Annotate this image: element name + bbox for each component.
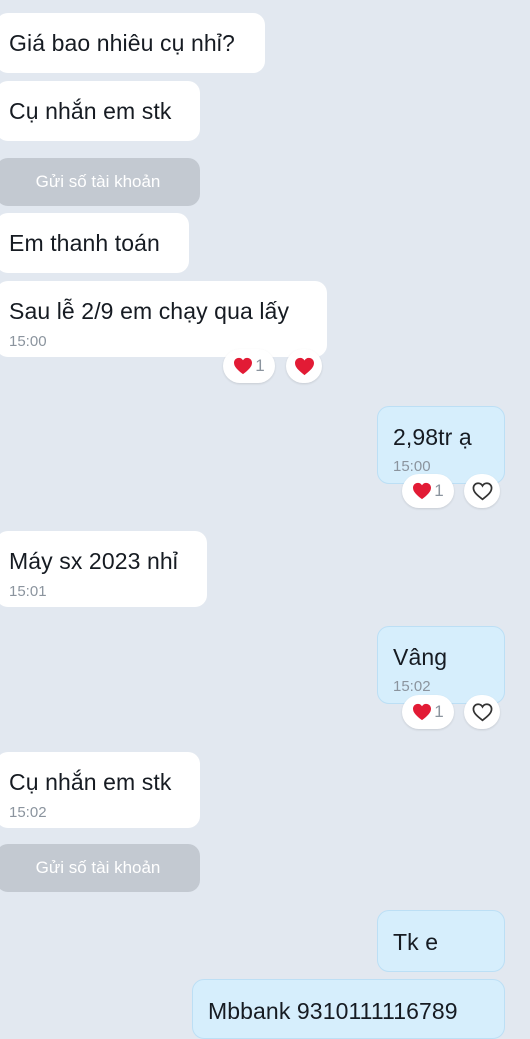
reaction-count: 1: [255, 356, 265, 375]
quick-heart-reaction[interactable]: [286, 349, 322, 383]
send-account-number-button[interactable]: Gửi số tài khoản: [0, 844, 200, 892]
message-time: 15:01: [9, 583, 47, 600]
message-time: 15:02: [393, 678, 431, 695]
message-bubble-incoming[interactable]: Giá bao nhiêu cụ nhỉ?: [0, 13, 265, 73]
message-time: 15:00: [9, 333, 47, 350]
heart-filled-icon: [234, 357, 253, 375]
message-bubble-incoming[interactable]: Cụ nhắn em stk 15:02: [0, 752, 200, 828]
message-text: 2,98tr ạ: [393, 424, 472, 450]
reaction-count: 1: [434, 702, 444, 721]
heart-reaction-count[interactable]: 1: [402, 474, 454, 508]
message-text: Giá bao nhiêu cụ nhỉ?: [9, 30, 235, 56]
message-text: Máy sx 2023 nhỉ: [9, 548, 178, 574]
message-text: Em thanh toán: [9, 230, 160, 256]
heart-reaction-count[interactable]: 1: [223, 349, 275, 383]
message-bubble-incoming[interactable]: Cụ nhắn em stk: [0, 81, 200, 141]
message-text: Sau lễ 2/9 em chạy qua lấy: [9, 298, 290, 324]
quick-heart-reaction[interactable]: [464, 695, 500, 729]
message-text: Vâng: [393, 644, 448, 670]
message-time: 15:02: [9, 804, 47, 821]
message-bubble-incoming[interactable]: Em thanh toán: [0, 213, 189, 273]
message-text: Cụ nhắn em stk: [9, 769, 172, 795]
heart-filled-icon: [294, 357, 314, 375]
heart-filled-icon: [413, 703, 432, 721]
message-bubble-incoming[interactable]: Sau lễ 2/9 em chạy qua lấy 15:00: [0, 281, 327, 357]
message-text: Mbbank 9310111116789: [208, 998, 458, 1024]
reaction-count: 1: [434, 481, 444, 500]
heart-reaction-count[interactable]: 1: [402, 695, 454, 729]
quick-heart-reaction[interactable]: [464, 474, 500, 508]
heart-filled-icon: [413, 482, 432, 500]
message-bubble-outgoing[interactable]: 2,98tr ạ 15:00: [377, 406, 505, 484]
heart-outline-icon: [472, 481, 492, 500]
message-bubble-outgoing[interactable]: Mbbank 9310111116789: [192, 979, 505, 1039]
message-bubble-outgoing[interactable]: Tk e: [377, 910, 505, 972]
message-text: Tk e: [393, 929, 439, 955]
heart-outline-icon: [472, 702, 492, 721]
message-bubble-outgoing[interactable]: Vâng 15:02: [377, 626, 505, 704]
send-account-number-button[interactable]: Gửi số tài khoản: [0, 158, 200, 206]
message-text: Cụ nhắn em stk: [9, 98, 172, 124]
message-bubble-incoming[interactable]: Máy sx 2023 nhỉ 15:01: [0, 531, 207, 607]
